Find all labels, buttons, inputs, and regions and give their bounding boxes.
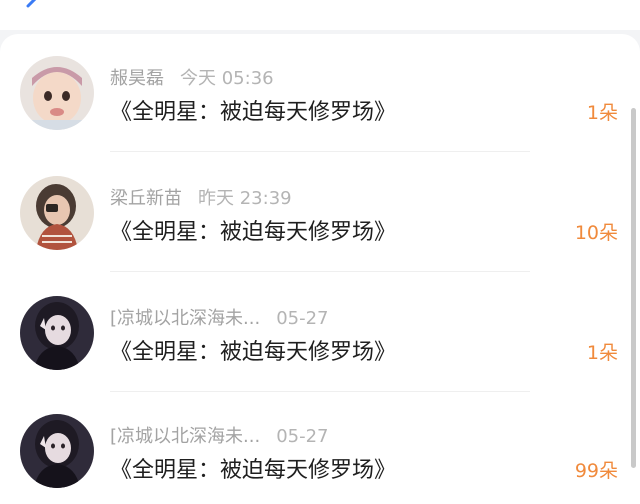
timestamp: 05-27 — [276, 426, 329, 447]
flower-count: 99朵 — [574, 460, 618, 482]
divider — [110, 271, 530, 272]
sender-name: [凉城以北深海未... — [110, 426, 261, 447]
list-item[interactable]: [凉城以北深海未... 05-27 《全明星：被迫每天修罗场》 1朵 — [0, 274, 640, 394]
avatar[interactable] — [20, 56, 94, 130]
list-item[interactable]: 赧昊磊 今天 05:36 《全明星：被迫每天修罗场》 1朵 — [0, 34, 640, 154]
sender-line: [凉城以北深海未... 05-27 — [110, 304, 329, 330]
book-title: 《全明星：被迫每天修罗场》 — [110, 220, 397, 245]
avatar[interactable] — [20, 296, 94, 370]
sender-line: 梁丘新苗 昨天 23:39 — [110, 184, 292, 210]
book-title: 《全明星：被迫每天修罗场》 — [110, 458, 397, 483]
avatar[interactable] — [20, 176, 94, 250]
book-title: 《全明星：被迫每天修罗场》 — [110, 100, 397, 125]
divider — [110, 391, 530, 392]
timestamp: 05-27 — [276, 308, 329, 329]
list-item[interactable]: 梁丘新苗 昨天 23:39 《全明星：被迫每天修罗场》 10朵 — [0, 154, 640, 274]
gift-list: 赧昊磊 今天 05:36 《全明星：被迫每天修罗场》 1朵 梁丘新苗 昨天 23:3… — [0, 34, 640, 504]
chevron-left-icon[interactable] — [18, 0, 46, 18]
list-item[interactable]: [凉城以北深海未... 05-27 《全明星：被迫每天修罗场》 99朵 — [0, 394, 640, 504]
flower-count: 1朵 — [586, 102, 618, 124]
book-title: 《全明星：被迫每天修罗场》 — [110, 340, 397, 365]
timestamp: 昨天 23:39 — [198, 188, 292, 209]
sender-name: 赧昊磊 — [110, 68, 164, 89]
avatar[interactable] — [20, 414, 94, 488]
flower-count: 1朵 — [586, 342, 618, 364]
sender-name: [凉城以北深海未... — [110, 308, 261, 329]
timestamp: 今天 05:36 — [180, 68, 274, 89]
divider — [110, 151, 530, 152]
sender-name: 梁丘新苗 — [110, 188, 182, 209]
sender-line: 赧昊磊 今天 05:36 — [110, 64, 274, 90]
scrollbar[interactable] — [631, 108, 636, 468]
flower-count: 10朵 — [574, 222, 618, 244]
top-bar — [0, 0, 640, 30]
sender-line: [凉城以北深海未... 05-27 — [110, 422, 329, 448]
